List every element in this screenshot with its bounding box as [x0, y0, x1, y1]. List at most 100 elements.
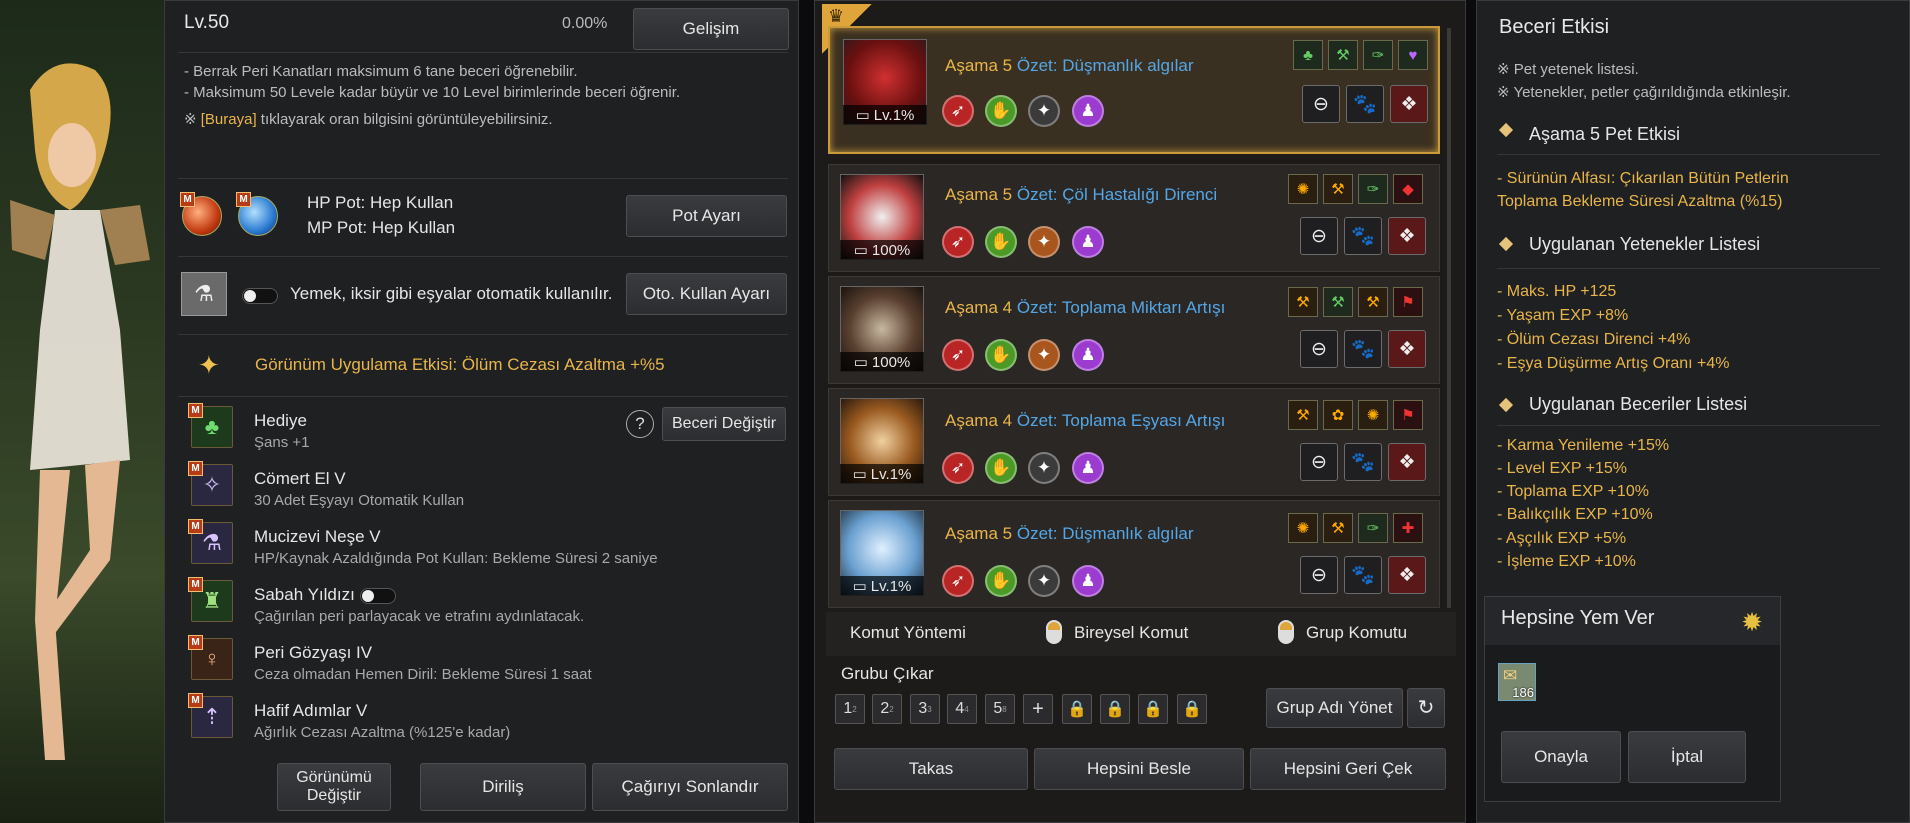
paw-icon[interactable]: 🐾 — [1346, 85, 1384, 123]
gear-sun-icon[interactable]: ✹ — [1736, 606, 1768, 638]
pet-skill-icon: ♟ — [1072, 226, 1104, 258]
pet-talent-icon: ⚒ — [1288, 400, 1318, 430]
group-1-button[interactable]: 12 — [835, 694, 865, 724]
pet-skill-icon: ➶ — [942, 339, 974, 371]
pet-talent-icon: ⚒ — [1323, 287, 1353, 317]
pet-skill-icon: ✋ — [985, 226, 1017, 258]
mp-pot-setting: MP Pot: Hep Kullan — [307, 218, 456, 237]
pet-talent-icon: ⚒ — [1323, 174, 1353, 204]
paw-icon[interactable]: 🐾 — [1344, 330, 1382, 368]
group-name-manage-button[interactable]: Grup Adı Yönet — [1266, 688, 1403, 728]
pet-feed-icon[interactable]: ⊖ — [1300, 443, 1338, 481]
revive-button[interactable]: Diriliş — [420, 763, 586, 811]
group-5-button[interactable]: 58 — [985, 694, 1015, 724]
group-3-button[interactable]: 33 — [910, 694, 940, 724]
pet-skill-toggle-icon[interactable]: ❖ — [1388, 217, 1426, 255]
pet-skill-icon: ✋ — [985, 339, 1017, 371]
auto-use-toggle[interactable] — [242, 288, 278, 304]
section-title: Uygulanan Yetenekler Listesi — [1529, 234, 1761, 254]
talent-line: - Yaşam EXP +8% — [1497, 307, 1629, 324]
pet-feed-icon[interactable]: ⊖ — [1300, 330, 1338, 368]
skill-name: Cömert El V — [254, 469, 346, 488]
lock-icon[interactable]: 🔒 — [1062, 694, 1092, 724]
pet-skill-icon: ♟ — [1072, 339, 1104, 371]
skill-desc: Şans +1 — [254, 434, 310, 451]
feed-all-button[interactable]: Hepsini Besle — [1034, 748, 1244, 790]
m-badge: M — [188, 635, 203, 650]
pet-skill-icon: ✋ — [985, 452, 1017, 484]
lock-icon[interactable]: 🔒 — [1100, 694, 1130, 724]
pet-skill-toggle-icon[interactable]: ❖ — [1390, 85, 1428, 123]
character-portrait — [0, 0, 164, 823]
talent-line: - Ölüm Cezası Direnci +4% — [1497, 331, 1691, 348]
develop-button[interactable]: Gelişim — [633, 8, 789, 50]
m-badge: M — [188, 461, 203, 476]
pet-talent-icon: ♥ — [1398, 40, 1428, 70]
rate-info-link[interactable]: [Buraya] — [201, 111, 257, 128]
auto-use-settings-button[interactable]: Oto. Kullan Ayarı — [626, 273, 787, 315]
fairy-info-1: - Berrak Peri Kanatları maksimum 6 tane … — [184, 63, 578, 80]
pet-level: ▭ Lv.1% — [840, 464, 924, 484]
pet-talent-icon: ✑ — [1358, 174, 1388, 204]
fairy-exp-percent: 0.00% — [562, 15, 608, 32]
paw-icon[interactable]: 🐾 — [1344, 443, 1382, 481]
refresh-icon[interactable]: ↻ — [1407, 688, 1445, 728]
group-4-button[interactable]: 44 — [947, 694, 977, 724]
pet-feed-icon[interactable]: ⊖ — [1300, 556, 1338, 594]
skill-desc: Ağırlık Cezası Azaltma (%125'e kadar) — [254, 724, 511, 741]
confirm-button[interactable]: Onayla — [1501, 731, 1621, 783]
paw-icon[interactable]: 🐾 — [1344, 217, 1382, 255]
skill-name: Hediye — [254, 411, 307, 430]
pet-title: Aşama 5 Özet: Çöl Hastalığı Direnci — [945, 185, 1218, 204]
pet-skill-icon: ♟ — [1072, 95, 1104, 127]
pot-settings-button[interactable]: Pot Ayarı — [626, 195, 787, 237]
pet-skill-icon: ✦ — [1028, 95, 1060, 127]
cart-icon: ▭ — [852, 466, 867, 483]
help-icon[interactable]: ? — [626, 410, 654, 438]
hp-pot-setting: HP Pot: Hep Kullan — [307, 193, 454, 212]
pet-food-item[interactable]: ✉ 186 — [1498, 663, 1536, 701]
pet-skill-toggle-icon[interactable]: ❖ — [1388, 443, 1426, 481]
talent-line: - Maks. HP +125 — [1497, 283, 1617, 300]
recall-all-button[interactable]: Hepsini Geri Çek — [1250, 748, 1446, 790]
m-badge: M — [180, 192, 195, 207]
pet-list-scrollbar[interactable] — [1447, 28, 1451, 608]
talent-line: - Eşya Düşürme Artış Oranı +4% — [1497, 355, 1730, 372]
pet-feed-icon[interactable]: ⊖ — [1302, 85, 1340, 123]
morning-star-toggle[interactable] — [360, 588, 396, 604]
end-summon-button[interactable]: Çağırıyı Sonlandır — [592, 763, 788, 811]
pet-title: Aşama 5 Özet: Düşmanlık algılar — [945, 56, 1194, 75]
pet-feed-icon[interactable]: ⊖ — [1300, 217, 1338, 255]
m-badge: M — [236, 192, 251, 207]
lock-icon[interactable]: 🔒 — [1177, 694, 1207, 724]
pet-talent-icon: ⚒ — [1323, 513, 1353, 543]
group-out-label: Grubu Çıkar — [841, 664, 934, 683]
skill-name: Peri Gözyaşı IV — [254, 643, 373, 662]
pet-skill-toggle-icon[interactable]: ❖ — [1388, 556, 1426, 594]
skill-effect-line: - Aşçılık EXP +5% — [1497, 530, 1627, 547]
cart-icon: ▭ — [855, 107, 870, 124]
add-group-button[interactable]: + — [1023, 694, 1053, 724]
food-icon: ✉ — [1503, 666, 1518, 685]
note: ※ Yetenekler, petler çağırıldığında etki… — [1497, 84, 1791, 101]
paw-icon[interactable]: 🐾 — [1344, 556, 1382, 594]
trade-button[interactable]: Takas — [834, 748, 1028, 790]
pet-talent-icon: ⚑ — [1393, 400, 1423, 430]
group-2-button[interactable]: 22 — [872, 694, 902, 724]
command-method-label: Komut Yöntemi — [850, 623, 966, 642]
change-appearance-button[interactable]: Görünümü Değiştir — [277, 763, 391, 811]
magic-wand-icon: ✦ — [198, 350, 220, 380]
lock-icon[interactable]: 🔒 — [1138, 694, 1168, 724]
individual-command[interactable]: Bireysel Komut — [1074, 623, 1188, 643]
pet-talent-icon: ✺ — [1288, 513, 1318, 543]
cancel-button[interactable]: İptal — [1628, 731, 1746, 783]
section-title: Uygulanan Beceriler Listesi — [1529, 394, 1748, 414]
change-skill-button[interactable]: Beceri Değiştir — [662, 407, 786, 441]
skill-desc: HP/Kaynak Azaldığında Pot Kullan: Beklem… — [254, 550, 658, 567]
cart-icon: ▭ — [852, 578, 867, 595]
pet-level: ▭ Lv.1% — [840, 576, 924, 596]
pet-title: Aşama 4 Özet: Toplama Miktarı Artışı — [945, 298, 1226, 317]
pet-skill-toggle-icon[interactable]: ❖ — [1388, 330, 1426, 368]
pet-talent-icon: ⚒ — [1328, 40, 1358, 70]
group-command[interactable]: Grup Komutu — [1306, 623, 1407, 643]
